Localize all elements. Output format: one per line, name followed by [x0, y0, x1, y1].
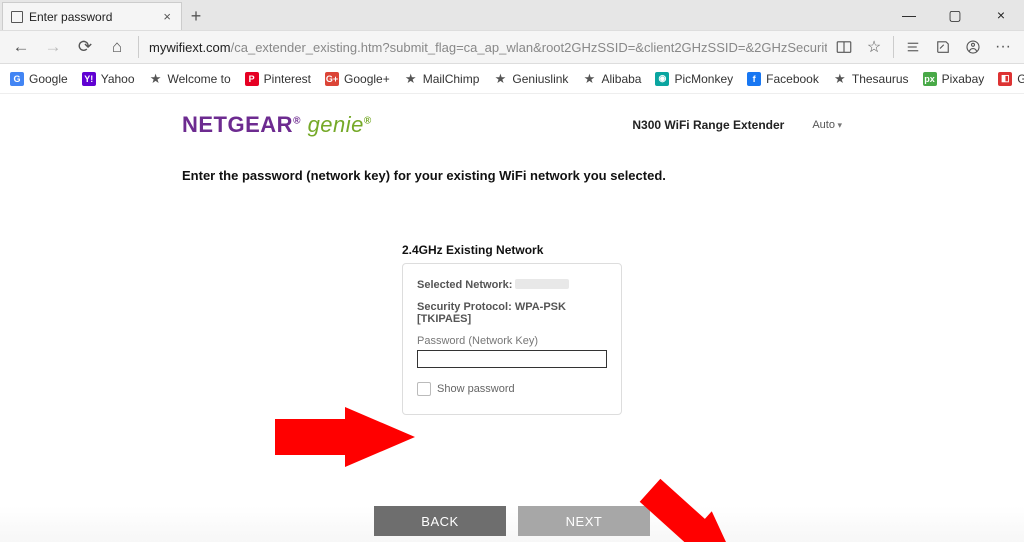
- favorite-label: Pinterest: [264, 72, 311, 86]
- web-note-icon[interactable]: [928, 32, 958, 62]
- favorite-label: GP Webmail: [1017, 72, 1024, 86]
- favorite-alibaba[interactable]: ★ Alibaba: [582, 72, 641, 86]
- window-maximize-button[interactable]: ▢: [932, 0, 978, 30]
- hub-icon[interactable]: [898, 32, 928, 62]
- favorite-label: Pixabay: [942, 72, 985, 86]
- back-button-footer[interactable]: BACK: [374, 506, 506, 536]
- favicon: Y!: [82, 72, 96, 86]
- favicon: ★: [404, 72, 418, 86]
- favicon: f: [747, 72, 761, 86]
- url-path: /ca_extender_existing.htm?submit_flag=ca…: [231, 40, 827, 55]
- security-protocol-label: Security Protocol:: [417, 301, 512, 313]
- favicon: P: [245, 72, 259, 86]
- share-icon[interactable]: [958, 32, 988, 62]
- page-headline: Enter the password (network key) for you…: [182, 168, 842, 183]
- favicon: ◧: [998, 72, 1012, 86]
- netgear-genie-logo: NETGEAR® genie®: [182, 112, 372, 138]
- favorite-label: PicMonkey: [674, 72, 733, 86]
- favorite-mailchimp[interactable]: ★ MailChimp: [404, 72, 480, 86]
- logo-genie: genie: [308, 112, 364, 137]
- favicon: ★: [493, 72, 507, 86]
- network-form-panel: Selected Network: Security Protocol: WPA…: [402, 263, 622, 415]
- favorite-label: Welcome to: [168, 72, 231, 86]
- page-content: NETGEAR® genie® N300 WiFi Range Extender…: [0, 94, 1024, 542]
- favicon: px: [923, 72, 937, 86]
- favorite-thesaurus[interactable]: ★ Thesaurus: [833, 72, 909, 86]
- favorite-label: Facebook: [766, 72, 819, 86]
- network-section-title: 2.4GHz Existing Network: [402, 243, 842, 257]
- favicon: ★: [149, 72, 163, 86]
- tab-title: Enter password: [29, 10, 159, 24]
- divider: [893, 36, 894, 58]
- address-bar[interactable]: mywifiext.com/ca_extender_existing.htm?s…: [145, 35, 827, 59]
- registered-mark: ®: [364, 116, 372, 127]
- url-host: mywifiext.com: [149, 40, 231, 55]
- forward-button[interactable]: →: [38, 32, 68, 62]
- favorite-picmonkey[interactable]: ◉ PicMonkey: [655, 72, 733, 86]
- refresh-button[interactable]: ⟳: [70, 32, 100, 62]
- logo-netgear: NETGEAR: [182, 112, 293, 137]
- favorite-label: MailChimp: [423, 72, 480, 86]
- favicon: ★: [582, 72, 596, 86]
- language-dropdown[interactable]: Auto: [812, 119, 842, 131]
- favorite-label: Thesaurus: [852, 72, 909, 86]
- selected-network-label: Selected Network:: [417, 279, 512, 291]
- favorite-pinterest[interactable]: P Pinterest: [245, 72, 311, 86]
- favorite-label: Geniuslink: [512, 72, 568, 86]
- close-tab-icon[interactable]: ×: [159, 9, 175, 24]
- favorite-geniuslink[interactable]: ★ Geniuslink: [493, 72, 568, 86]
- back-button[interactable]: ←: [6, 32, 36, 62]
- more-icon[interactable]: ···: [988, 32, 1018, 62]
- favicon: G+: [325, 72, 339, 86]
- favicon: ★: [833, 72, 847, 86]
- favorite-facebook[interactable]: f Facebook: [747, 72, 819, 86]
- window-minimize-button[interactable]: —: [886, 0, 932, 30]
- show-password-checkbox[interactable]: [417, 382, 431, 396]
- browser-tab[interactable]: Enter password ×: [2, 2, 182, 30]
- page-icon: [11, 11, 23, 23]
- home-button[interactable]: ⌂: [102, 32, 132, 62]
- favorite-yahoo[interactable]: Y! Yahoo: [82, 72, 135, 86]
- divider: [138, 36, 139, 58]
- selected-network-value-redacted: [515, 279, 569, 289]
- window-close-button[interactable]: ×: [978, 0, 1024, 30]
- favorite-label: Yahoo: [101, 72, 135, 86]
- annotation-arrow-password: [275, 407, 415, 467]
- favorite-label: Google+: [344, 72, 390, 86]
- new-tab-button[interactable]: +: [182, 2, 210, 30]
- next-button-footer[interactable]: NEXT: [518, 506, 650, 536]
- favorite-pixabay[interactable]: px Pixabay: [923, 72, 985, 86]
- favicon: ◉: [655, 72, 669, 86]
- favorites-bar: G Google Y! Yahoo ★ Welcome to P Pinterest G+ Goo…: [0, 64, 1024, 94]
- device-name: N300 WiFi Range Extender: [632, 118, 784, 132]
- password-label: Password (Network Key): [417, 335, 607, 347]
- favorite-welcome-to[interactable]: ★ Welcome to: [149, 72, 231, 86]
- favorite-star-icon[interactable]: ☆: [859, 32, 889, 62]
- registered-mark: ®: [293, 116, 301, 127]
- favorite-google[interactable]: G Google: [10, 72, 68, 86]
- favorite-label: Alibaba: [601, 72, 641, 86]
- favorite-google-[interactable]: G+ Google+: [325, 72, 390, 86]
- favorite-label: Google: [29, 72, 68, 86]
- favicon: G: [10, 72, 24, 86]
- reading-view-icon[interactable]: [829, 32, 859, 62]
- show-password-label: Show password: [437, 383, 515, 395]
- favorite-gp-webmail[interactable]: ◧ GP Webmail: [998, 72, 1024, 86]
- password-input[interactable]: [417, 350, 607, 368]
